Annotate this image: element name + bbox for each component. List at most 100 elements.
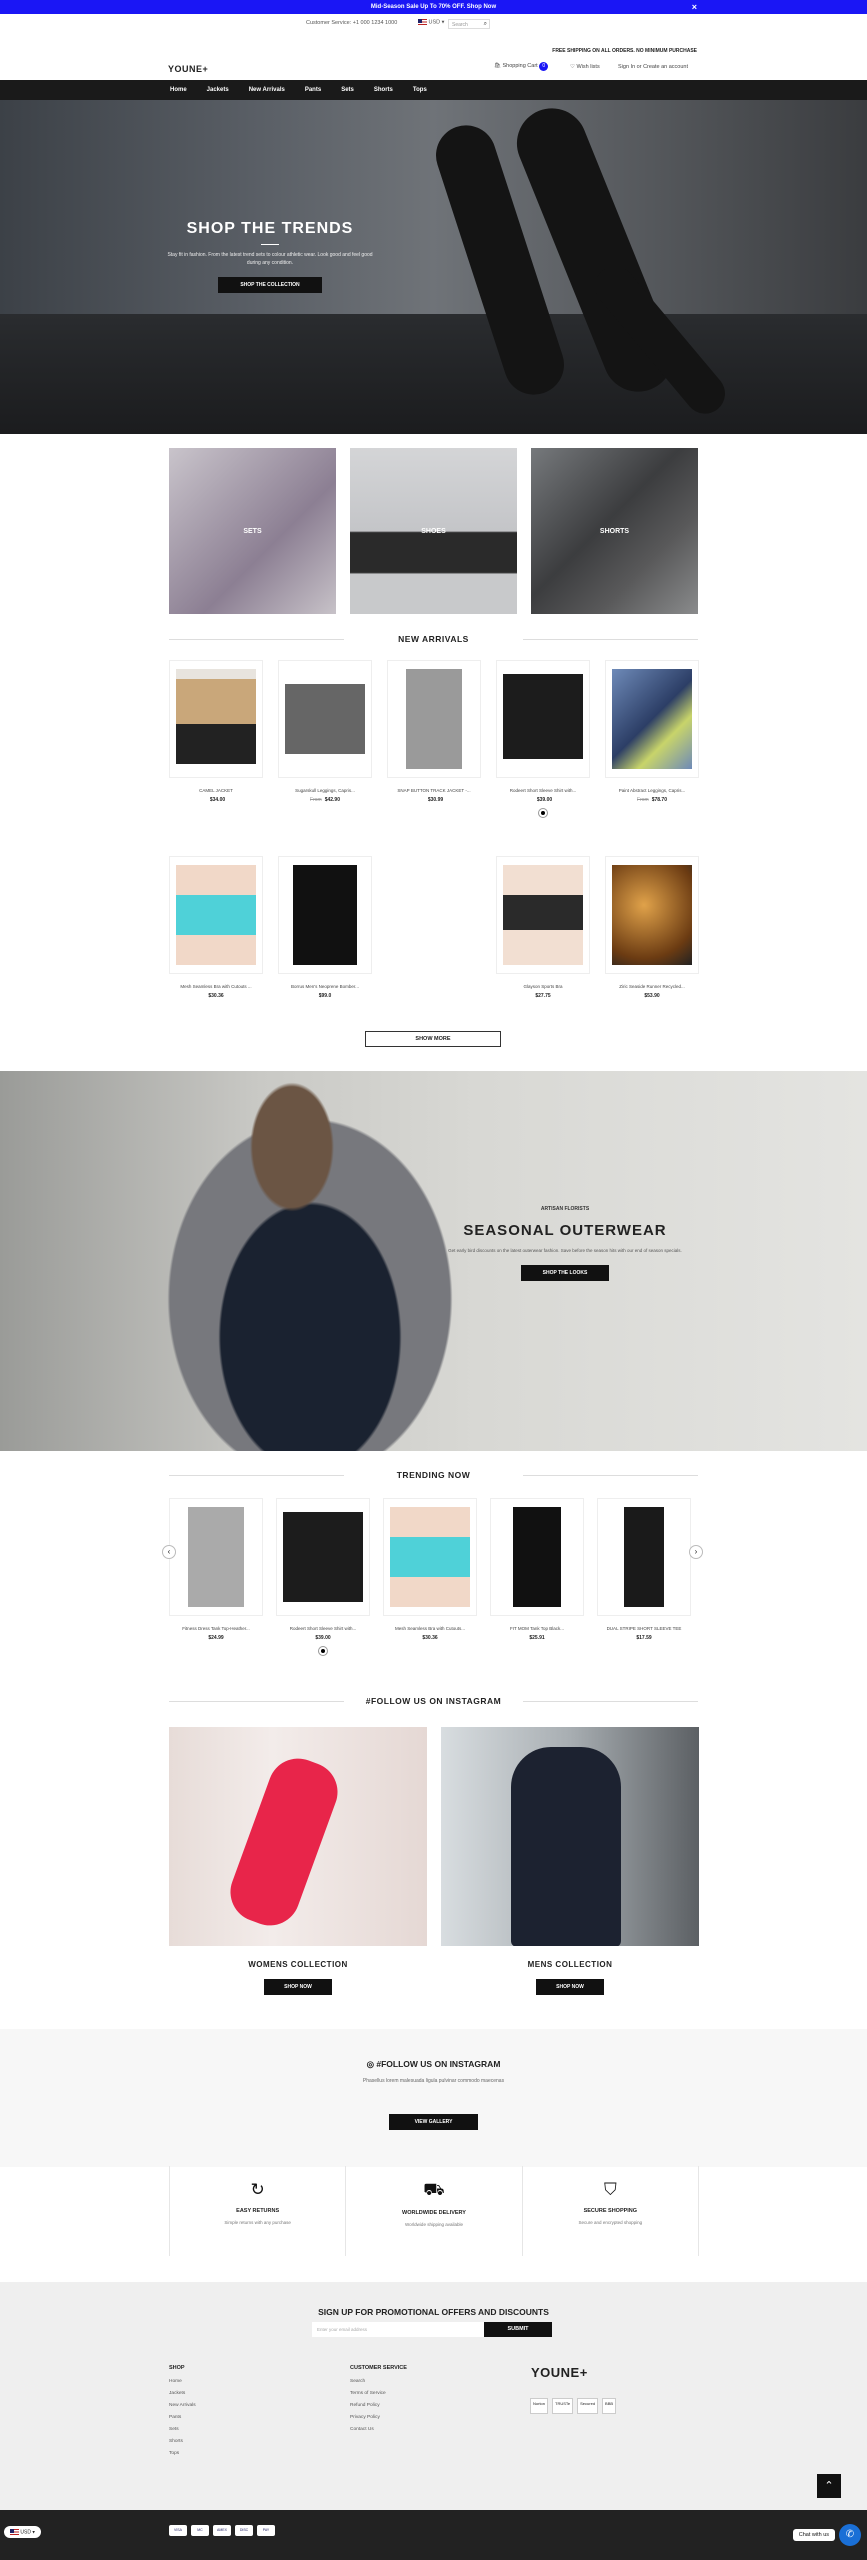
- product-image[interactable]: [383, 1498, 477, 1616]
- product-card[interactable]: Mesh Seamless Bra with Cutouts ... $30.3…: [169, 856, 263, 999]
- product-card[interactable]: Glayson Sports Bra $27.75: [496, 856, 590, 999]
- view-gallery-button[interactable]: VIEW GALLERY: [388, 2114, 479, 2130]
- show-more-button[interactable]: SHOW MORE: [365, 1031, 501, 1047]
- mens-collection-image[interactable]: [441, 1727, 699, 1946]
- carousel-next-arrow[interactable]: ›: [689, 1545, 703, 1559]
- nav-item-home[interactable]: Home: [170, 80, 187, 100]
- product-card[interactable]: Fitness Dress Tank Top-Heather... $24.99: [169, 1498, 263, 1658]
- product-name[interactable]: Mesh Seamless Bra with Cutouts ...: [169, 984, 263, 989]
- search-input[interactable]: Search ⌕: [448, 19, 490, 29]
- product-card[interactable]: FIT MOM Tank Top Black... $25.91: [490, 1498, 584, 1658]
- product-image[interactable]: [169, 856, 263, 974]
- product-name[interactable]: CAMEL JACKET: [169, 788, 263, 793]
- product-card[interactable]: Rodeert Short Sleeve Shirt with... $39.0…: [276, 1498, 370, 1658]
- product-image[interactable]: [278, 856, 372, 974]
- product-name[interactable]: DUAL STRIPE SHORT SLEEVE TEE: [597, 1626, 691, 1631]
- hero-text: SHOP THE TRENDS Stay fit in fashion. Fro…: [160, 220, 380, 293]
- currency-switcher[interactable]: USD ▾: [4, 2526, 41, 2539]
- shop-womens-button[interactable]: SHOP NOW: [264, 1979, 332, 1995]
- category-sets[interactable]: SETS: [169, 448, 336, 614]
- category-tiles: SETS SHOES SHORTS: [169, 448, 698, 614]
- product-name[interactable]: FIT MOM Tank Top Black...: [490, 1626, 584, 1631]
- mens-collection: MENS COLLECTION SHOP NOW: [441, 1727, 699, 1995]
- product-image[interactable]: [387, 660, 481, 778]
- product-image[interactable]: [276, 1498, 370, 1616]
- carousel-prev-arrow[interactable]: ‹: [162, 1545, 176, 1559]
- footer-link[interactable]: Terms of Service: [350, 2391, 407, 2396]
- color-swatch-black[interactable]: [318, 1646, 328, 1656]
- product-name[interactable]: Glayson Sports Bra: [496, 984, 590, 989]
- instagram-icon[interactable]: ◎: [367, 2059, 374, 2069]
- footer-link[interactable]: Pants: [169, 2415, 196, 2420]
- nav-item-jackets[interactable]: Jackets: [207, 80, 229, 100]
- nav-item-shorts[interactable]: Shorts: [374, 80, 393, 100]
- shop-collection-button[interactable]: SHOP THE COLLECTION: [218, 277, 322, 293]
- product-image[interactable]: [496, 660, 590, 778]
- product-card[interactable]: Sugarskull Leggings, Capris... From $42.9…: [278, 660, 372, 820]
- footer-link[interactable]: Tops: [169, 2451, 196, 2456]
- account-link[interactable]: Sign In or Create an account: [618, 64, 688, 70]
- product-card[interactable]: SNAP BUTTON TRACK JACKET -... $30.99: [387, 660, 481, 820]
- nav-item-sets[interactable]: Sets: [341, 80, 354, 100]
- nav-item-new-arrivals[interactable]: New Arrivals: [249, 80, 285, 100]
- product-card[interactable]: Paint Abstract Leggings, Capris... From $…: [605, 660, 699, 820]
- color-swatch-black[interactable]: [538, 808, 548, 818]
- product-card[interactable]: Mesh Seamless Bra with Cutouts... $30.36: [383, 1498, 477, 1658]
- search-icon[interactable]: ⌕: [484, 21, 487, 28]
- shop-mens-button[interactable]: SHOP NOW: [536, 1979, 604, 1995]
- product-card[interactable]: Rodeert Short Sleeve Shirt with... $39.0…: [496, 660, 590, 820]
- chat-label[interactable]: Chat with us: [792, 2529, 835, 2541]
- product-name[interactable]: Mesh Seamless Bra with Cutouts...: [383, 1626, 477, 1631]
- product-name[interactable]: Paint Abstract Leggings, Capris...: [605, 788, 699, 793]
- product-image[interactable]: [490, 1498, 584, 1616]
- wishlist-link[interactable]: ♡ Wish lists: [570, 64, 600, 70]
- promo-text[interactable]: Mid-Season Sale Up To 70% OFF. Shop Now: [371, 4, 496, 10]
- footer-link[interactable]: Search: [350, 2379, 407, 2384]
- product-name[interactable]: Borrus Men's Neoprene Bomber...: [278, 984, 372, 989]
- product-name[interactable]: Fitness Dress Tank Top-Heather...: [169, 1626, 263, 1631]
- product-name[interactable]: Rodeert Short Sleeve Shirt with...: [496, 788, 590, 793]
- category-shorts[interactable]: SHORTS: [531, 448, 698, 614]
- footer-link[interactable]: Refund Policy: [350, 2403, 407, 2408]
- footer-link[interactable]: Privacy Policy: [350, 2415, 407, 2420]
- currency-selector[interactable]: USD ▾: [418, 19, 444, 25]
- footer-logo[interactable]: YOUNE+: [531, 2365, 588, 2380]
- product-image[interactable]: [496, 856, 590, 974]
- product-name[interactable]: Ziric Seaside Runner Recycled...: [605, 984, 699, 989]
- womens-collection-image[interactable]: [169, 1727, 427, 1946]
- nav-item-pants[interactable]: Pants: [305, 80, 321, 100]
- close-icon[interactable]: ×: [692, 0, 697, 14]
- product-card[interactable]: CAMEL JACKET $34.00: [169, 660, 263, 820]
- back-to-top-button[interactable]: ⌃: [817, 2474, 841, 2498]
- nav-item-tops[interactable]: Tops: [413, 80, 427, 100]
- promo-bar[interactable]: Mid-Season Sale Up To 70% OFF. Shop Now …: [0, 0, 867, 14]
- footer-link[interactable]: New Arrivals: [169, 2403, 196, 2408]
- footer-link[interactable]: Jackets: [169, 2391, 196, 2396]
- footer-link[interactable]: Shorts: [169, 2439, 196, 2444]
- product-image[interactable]: [605, 856, 699, 974]
- footer-link[interactable]: Contact Us: [350, 2427, 407, 2432]
- cart-link[interactable]: 🛍 Shopping Cart 0: [494, 62, 549, 71]
- feature-title: WORLDWIDE DELIVERY: [402, 2210, 466, 2216]
- product-card[interactable]: DUAL STRIPE SHORT SLEEVE TEE $17.59: [597, 1498, 691, 1658]
- footer-link[interactable]: Home: [169, 2379, 196, 2384]
- footer-link[interactable]: Sets: [169, 2427, 196, 2432]
- email-field[interactable]: Enter your email address: [312, 2322, 484, 2337]
- chat-widget[interactable]: Chat with us ✆: [792, 2524, 861, 2546]
- whatsapp-icon[interactable]: ✆: [839, 2524, 861, 2546]
- outerwear-model-image: [130, 1071, 490, 1451]
- product-image[interactable]: [169, 660, 263, 778]
- product-image[interactable]: [169, 1498, 263, 1616]
- product-image[interactable]: [278, 660, 372, 778]
- product-name[interactable]: SNAP BUTTON TRACK JACKET -...: [387, 788, 481, 793]
- product-image[interactable]: [605, 660, 699, 778]
- product-card[interactable]: Borrus Men's Neoprene Bomber... $99.0: [278, 856, 372, 999]
- shop-looks-button[interactable]: SHOP THE LOOKS: [520, 1265, 610, 1281]
- submit-button[interactable]: SUBMIT: [484, 2322, 552, 2337]
- product-image[interactable]: [597, 1498, 691, 1616]
- category-shoes[interactable]: SHOES: [350, 448, 517, 614]
- product-name[interactable]: Rodeert Short Sleeve Shirt with...: [276, 1626, 370, 1631]
- product-name[interactable]: Sugarskull Leggings, Capris...: [278, 788, 372, 793]
- logo[interactable]: YOUNE+: [168, 64, 208, 74]
- product-card[interactable]: Ziric Seaside Runner Recycled... $53.90: [605, 856, 699, 999]
